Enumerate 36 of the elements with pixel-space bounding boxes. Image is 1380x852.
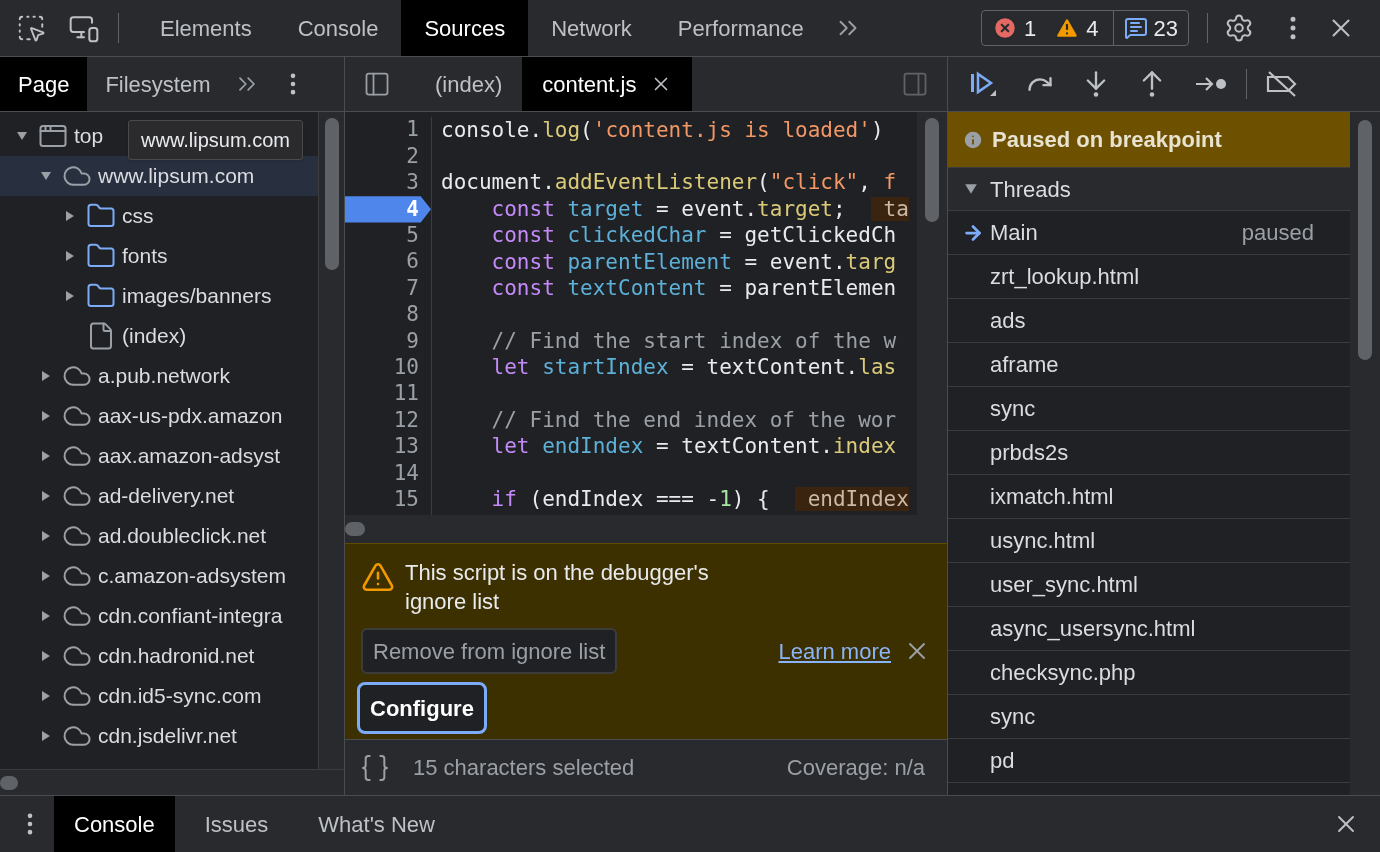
tree-item-label: cdn.confiant-integra xyxy=(98,603,283,630)
tree-item-label: cdn.hadronid.net xyxy=(98,643,255,670)
tree-item-label: top xyxy=(74,123,104,150)
code-line: let endIndex = textContent.index xyxy=(490,436,897,458)
warning-count: 4 xyxy=(1086,14,1099,43)
tree-item-label: cdn.id5-sync.com xyxy=(98,683,262,710)
tooltip: www.lipsum.com xyxy=(128,120,303,160)
tree-item-label: a.pub.network xyxy=(98,363,230,390)
code-comment: // Find the start index of the w xyxy=(490,330,897,352)
tree-item-label: c.amazon-adsystem xyxy=(98,563,286,590)
message-count: 23 xyxy=(1153,14,1178,43)
tree-item-label: www.lipsum.com xyxy=(98,163,255,190)
tree-item-label: aax.amazon-adsyst xyxy=(98,443,281,470)
code-line: const target = event.target; ta xyxy=(490,198,909,220)
code-comment: // Find the end index of the wor xyxy=(490,410,897,431)
tree-item-label: (index) xyxy=(122,323,187,350)
code-line: if (endIndex === -1) { endIndex xyxy=(490,489,909,511)
code-line: let startIndex = textContent.las xyxy=(490,357,897,379)
thread-status: paused xyxy=(1241,219,1314,247)
tree-item-label: ad-delivery.net xyxy=(98,483,235,510)
tree-item-label: images/banners xyxy=(122,283,272,310)
code-line: const clickedChar = getClickedCh xyxy=(490,225,897,247)
code-line: const textContent = parentElemen xyxy=(490,278,897,300)
code-line: document.addEventListener("click", f xyxy=(441,172,897,194)
tree-item-label: aax-us-pdx.amazon xyxy=(98,403,283,430)
paused-message: Paused on breakpoint xyxy=(992,126,1222,154)
tree-item-label: cdn.jsdelivr.net xyxy=(98,723,237,750)
infobar-message: This script is on the debugger's ignore list xyxy=(405,559,710,616)
coverage-status: Coverage: n/a xyxy=(786,754,925,782)
tree-item-label: fonts xyxy=(122,243,168,270)
selection-status: 15 characters selected xyxy=(413,754,635,782)
code-line: console.log('content.js is loaded') xyxy=(441,119,884,141)
tree-item-label: css xyxy=(122,203,154,230)
code-line: const parentElement = event.targ xyxy=(490,251,897,273)
tree-item-label: ad.doubleclick.net xyxy=(98,523,267,550)
error-count: 1 xyxy=(1024,14,1037,43)
